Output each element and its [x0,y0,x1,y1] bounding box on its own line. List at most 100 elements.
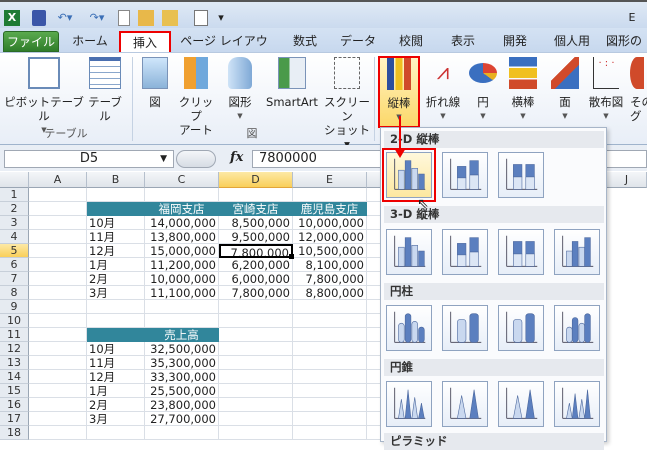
value-cell[interactable]: 6,000,000 [219,272,293,286]
select-all-button[interactable] [0,172,29,188]
tab-personal[interactable]: 個人用 [544,31,600,52]
cell[interactable] [293,384,367,398]
chart-type-option[interactable] [442,381,488,427]
row-header[interactable]: 9 [0,300,29,314]
cell[interactable] [293,314,367,328]
column-header-j[interactable]: J [607,172,647,188]
value-cell[interactable]: 6,200,000 [219,258,293,272]
row-header[interactable]: 10 [0,314,29,328]
value-cell[interactable]: 13,800,000 [145,230,219,244]
other-chart-button[interactable]: そのグ [630,57,647,123]
tab-review[interactable]: 校閲 [388,31,434,52]
cell[interactable] [145,188,219,202]
tab-drawing[interactable]: 図形の [606,31,647,52]
row-header[interactable]: 11 [0,328,29,342]
folder-icon[interactable] [162,10,178,26]
row-header[interactable]: 4 [0,230,29,244]
value-cell[interactable]: 23,800,000 [145,398,219,412]
tab-home[interactable]: ホーム [64,31,116,52]
insert-function-button[interactable]: fx [230,150,243,165]
cell[interactable] [145,300,219,314]
customize-icon[interactable]: ▾ [216,10,226,26]
cell[interactable] [219,300,293,314]
column-header-a[interactable]: A [29,172,87,188]
value-cell[interactable]: 14,000,000 [145,216,219,230]
row-header[interactable]: 16 [0,398,29,412]
value-cell[interactable]: 11,200,000 [145,258,219,272]
month-cell[interactable]: 12月 [87,370,145,384]
value-cell[interactable]: 15,000,000 [145,244,219,258]
cell[interactable] [29,412,87,426]
new-icon[interactable] [118,10,130,26]
cell[interactable] [29,230,87,244]
cell[interactable] [29,300,87,314]
cell[interactable] [29,356,87,370]
tab-formulas[interactable]: 数式 [280,31,330,52]
cell[interactable] [87,314,145,328]
cell[interactable] [293,328,367,342]
cell[interactable] [29,370,87,384]
month-cell[interactable]: 2月 [87,398,145,412]
redo-icon[interactable]: ↷▾ [86,10,108,26]
cell[interactable] [145,426,219,440]
cell[interactable] [219,412,293,426]
chart-type-option[interactable] [498,381,544,427]
chart-type-option[interactable] [442,229,488,275]
month-cell[interactable]: 1月 [87,384,145,398]
row-header[interactable]: 6 [0,258,29,272]
cell[interactable] [293,356,367,370]
cell[interactable] [219,328,293,342]
cell[interactable] [219,356,293,370]
month-cell[interactable]: 3月 [87,286,145,300]
tab-page-layout[interactable]: ページ レイアウト [176,31,272,69]
chart-type-option[interactable] [442,305,488,351]
area-chart-button[interactable]: 面 ▼ [550,57,580,123]
cell[interactable] [293,188,367,202]
value-cell[interactable]: 32,500,000 [145,342,219,356]
month-cell[interactable]: 12月 [87,244,145,258]
cell[interactable] [219,370,293,384]
bar-chart-button[interactable]: 横棒 ▼ [506,57,540,123]
value-cell[interactable]: 10,500,000 [293,244,367,258]
chart-type-option[interactable] [386,229,432,275]
tab-data[interactable]: データ [334,31,382,52]
row-header[interactable]: 13 [0,356,29,370]
cell[interactable] [29,398,87,412]
row-header[interactable]: 14 [0,370,29,384]
cell[interactable] [87,188,145,202]
value-cell[interactable]: 8,100,000 [293,258,367,272]
picture-button[interactable]: 図 [140,57,170,109]
open-icon[interactable] [138,10,154,26]
save-icon[interactable] [32,10,46,26]
cell[interactable] [293,426,367,440]
value-cell[interactable]: 11,100,000 [145,286,219,300]
table-header-cell[interactable]: 売上高 [145,328,219,342]
cell[interactable] [293,370,367,384]
cell[interactable] [145,314,219,328]
chart-type-option[interactable] [386,305,432,351]
table-header-cell[interactable] [87,328,145,342]
value-cell[interactable]: 8,800,000 [293,286,367,300]
chart-type-option[interactable] [442,152,488,198]
cell[interactable] [87,300,145,314]
tab-insert[interactable]: 挿入 [119,31,171,52]
undo-icon[interactable]: ↶▾ [54,10,76,26]
value-cell[interactable]: 10,000,000 [293,216,367,230]
row-header[interactable]: 2 [0,202,29,216]
month-cell[interactable]: 10月 [87,216,145,230]
chart-type-option[interactable] [498,152,544,198]
scatter-chart-button[interactable]: · : · 散布図 ▼ [586,57,626,123]
cell[interactable] [293,342,367,356]
cell[interactable] [293,412,367,426]
row-header[interactable]: 15 [0,384,29,398]
name-box-dropdown-icon[interactable]: ▼ [160,151,167,167]
cell[interactable] [219,188,293,202]
pie-chart-button[interactable]: 円 ▼ [468,57,498,123]
row-header[interactable]: 8 [0,286,29,300]
print-preview-icon[interactable] [194,10,208,26]
value-cell[interactable]: 33,300,000 [145,370,219,384]
active-cell[interactable]: 7,800,000 [219,244,293,258]
cell[interactable] [29,188,87,202]
month-cell[interactable]: 3月 [87,412,145,426]
cell[interactable] [29,342,87,356]
